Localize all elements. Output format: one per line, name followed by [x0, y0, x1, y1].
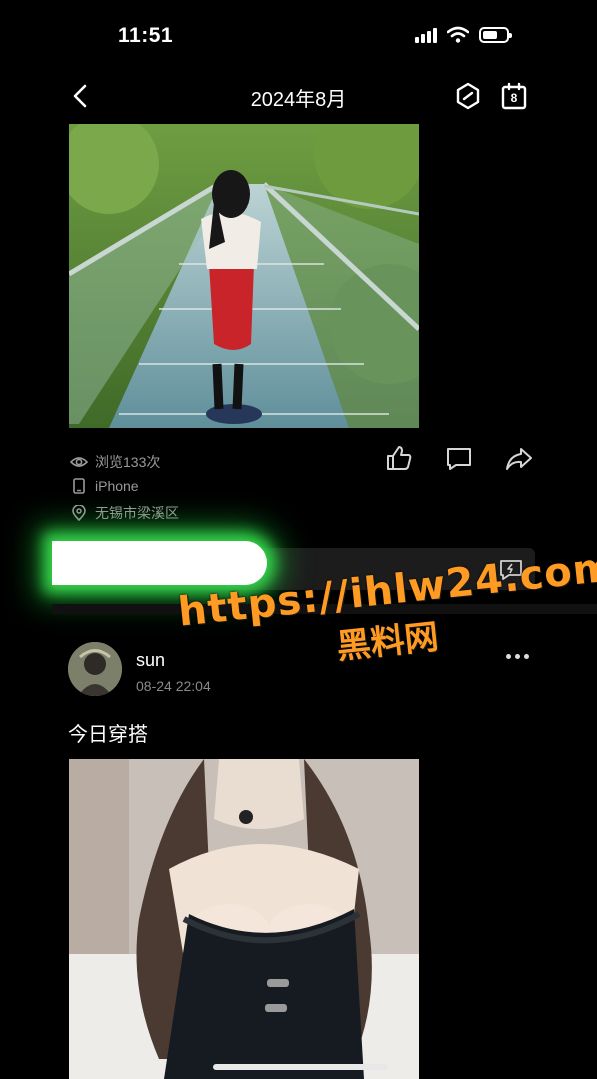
eye-icon	[70, 457, 88, 467]
share-icon[interactable]	[504, 443, 534, 473]
status-time: 11:51	[118, 24, 174, 47]
redacted-comment-glow	[52, 541, 267, 585]
phone-icon	[73, 478, 85, 494]
battery-icon	[479, 26, 512, 43]
location-label: 无锡市梁溪区	[95, 505, 179, 521]
nav-actions: 8	[455, 82, 527, 110]
wifi-icon	[447, 26, 469, 43]
view-count-label: 浏览133次	[95, 454, 161, 470]
view-count: 浏览133次	[70, 452, 160, 472]
home-indicator[interactable]	[213, 1064, 388, 1070]
post-photo-glass-bridge[interactable]	[69, 124, 419, 428]
device-label: iPhone	[95, 478, 139, 494]
hexagon-edit-icon[interactable]	[455, 82, 481, 110]
calendar-icon[interactable]: 8	[501, 82, 527, 110]
location-pin-icon	[72, 505, 86, 521]
status-icons	[415, 26, 512, 43]
status-bar: 11:51	[0, 0, 597, 72]
username[interactable]: sun	[136, 650, 165, 671]
calendar-day-label: 8	[510, 91, 518, 105]
post-actions	[384, 443, 534, 473]
nav-bar: 2024年8月 8	[0, 72, 597, 120]
comment-icon[interactable]	[444, 443, 474, 473]
post-caption: 今日穿搭	[68, 724, 148, 746]
post-photo-outfit[interactable]	[69, 759, 419, 1079]
location-info: 无锡市梁溪区	[70, 503, 179, 523]
avatar[interactable]	[68, 642, 122, 696]
more-options-icon[interactable]	[506, 654, 529, 659]
thumbs-up-icon[interactable]	[384, 443, 414, 473]
device-info: iPhone	[70, 478, 139, 494]
cellular-signal-icon	[415, 27, 437, 43]
